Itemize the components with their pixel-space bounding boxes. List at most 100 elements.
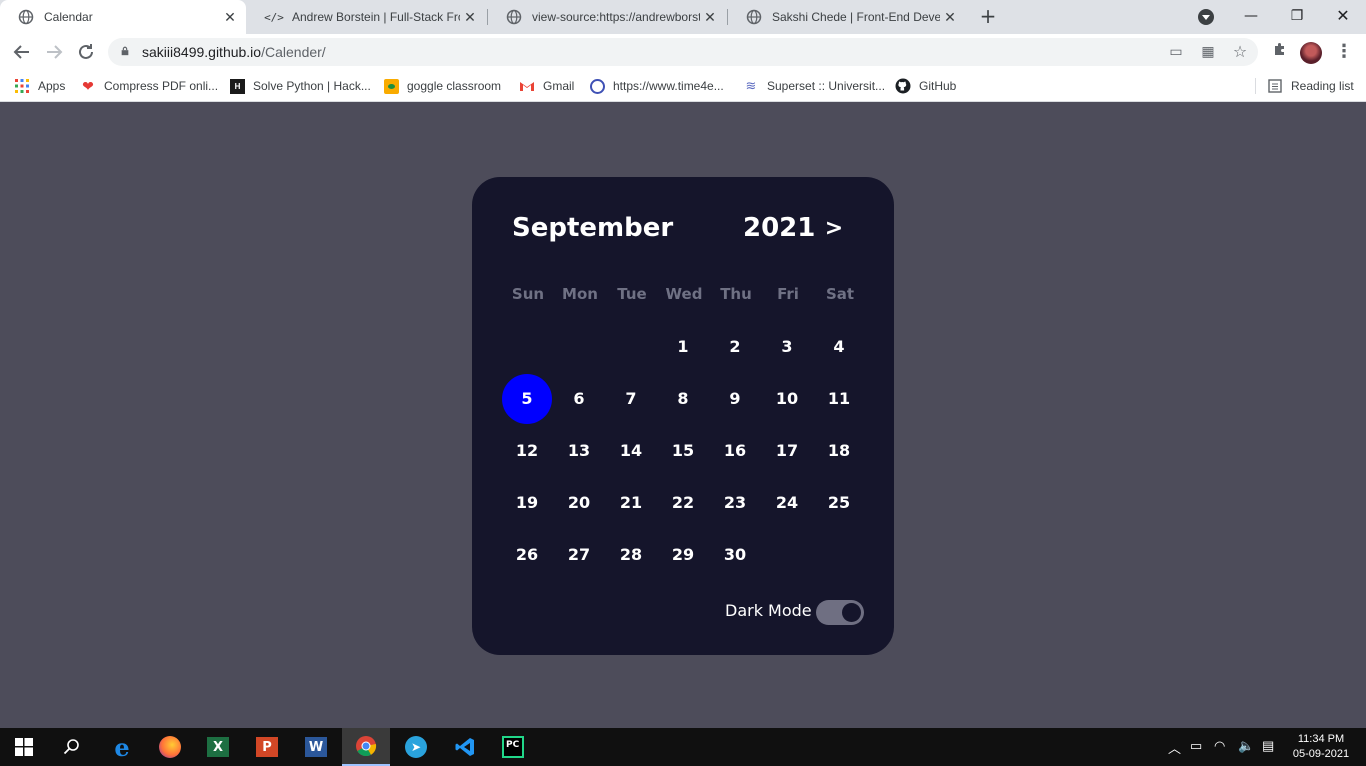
bookmark-compress-pdf[interactable]: ❤ Compress PDF onli... bbox=[80, 76, 218, 96]
close-tab-icon[interactable]: ✕ bbox=[940, 9, 960, 26]
arrow-right-icon bbox=[47, 45, 63, 59]
bookmark-star-icon[interactable]: ☆ bbox=[1230, 42, 1250, 62]
day-cell[interactable]: 6 bbox=[554, 374, 604, 424]
menu-kebab-icon[interactable]: ⋮ bbox=[1332, 40, 1356, 64]
dark-mode-toggle[interactable] bbox=[816, 600, 864, 625]
address-bar[interactable]: sakiii8499.github.io/Calender/ ▭ ▦ ☆ bbox=[108, 38, 1258, 66]
bookmark-label: Solve Python | Hack... bbox=[253, 79, 371, 93]
edge-taskbar-icon[interactable]: e bbox=[98, 728, 146, 766]
bookmark-github[interactable]: GitHub bbox=[895, 76, 956, 96]
forward-button[interactable] bbox=[42, 40, 66, 64]
search-button[interactable] bbox=[48, 728, 96, 766]
volume-muted-icon[interactable]: 🔈 bbox=[1238, 738, 1254, 754]
weekday-label: Tue bbox=[617, 285, 647, 303]
day-cell[interactable]: 13 bbox=[554, 426, 604, 476]
day-cell[interactable]: 30 bbox=[710, 530, 760, 580]
close-tab-icon[interactable]: ✕ bbox=[700, 9, 720, 26]
reading-list-icon bbox=[1267, 78, 1283, 94]
system-clock[interactable]: 11:34 PM 05-09-2021 bbox=[1288, 732, 1354, 762]
day-cell[interactable]: 27 bbox=[554, 530, 604, 580]
day-cell[interactable]: 16 bbox=[710, 426, 760, 476]
reload-icon bbox=[79, 44, 93, 59]
day-cell[interactable]: 17 bbox=[762, 426, 812, 476]
wifi-icon[interactable]: ◠ bbox=[1214, 738, 1225, 754]
bookmarks-bar: Apps ❤ Compress PDF onli... H Solve Pyth… bbox=[0, 70, 1366, 102]
tab-andrew-borstein[interactable]: </> Andrew Borstein | Full-Stack Fron ✕ bbox=[248, 0, 486, 34]
day-cell[interactable]: 10 bbox=[762, 374, 812, 424]
day-cell[interactable]: 23 bbox=[710, 478, 760, 528]
tab-title: view-source:https://andrewborste bbox=[532, 10, 700, 24]
bookmark-superset[interactable]: ≋ Superset :: Universit... bbox=[743, 76, 886, 96]
bookmark-time4education[interactable]: https://www.time4e... bbox=[590, 76, 724, 96]
tab-calendar[interactable]: Calendar ✕ bbox=[0, 0, 246, 34]
day-cell[interactable]: 26 bbox=[502, 530, 552, 580]
firefox-taskbar-icon[interactable] bbox=[146, 728, 194, 766]
day-cell[interactable]: 4 bbox=[814, 322, 864, 372]
day-cell[interactable]: 25 bbox=[814, 478, 864, 528]
day-cell[interactable]: 12 bbox=[502, 426, 552, 476]
day-cell[interactable]: 2 bbox=[710, 322, 760, 372]
pycharm-taskbar-icon[interactable]: PC bbox=[489, 728, 537, 766]
day-cell[interactable]: 22 bbox=[658, 478, 708, 528]
extensions-puzzle-icon[interactable] bbox=[1268, 40, 1292, 64]
tab-view-source[interactable]: view-source:https://andrewborste ✕ bbox=[488, 0, 726, 34]
day-cell[interactable]: 24 bbox=[762, 478, 812, 528]
close-tab-icon[interactable]: ✕ bbox=[460, 9, 480, 26]
word-taskbar-icon[interactable]: W bbox=[292, 728, 340, 766]
code-icon: </> bbox=[264, 10, 284, 24]
day-cell[interactable]: 21 bbox=[606, 478, 656, 528]
bookmark-label: Apps bbox=[38, 79, 66, 93]
github-icon bbox=[895, 78, 911, 94]
day-cell-today[interactable]: 5 bbox=[502, 374, 552, 424]
excel-taskbar-icon[interactable]: X bbox=[194, 728, 242, 766]
telegram-taskbar-icon[interactable]: ➤ bbox=[392, 728, 440, 766]
url-text: sakiii8499.github.io/Calender/ bbox=[142, 44, 326, 60]
bookmark-hackerrank[interactable]: H Solve Python | Hack... bbox=[230, 76, 371, 96]
bookmark-classroom[interactable]: goggle classroom bbox=[384, 76, 501, 96]
qr-code-icon[interactable]: ▦ bbox=[1198, 42, 1218, 62]
day-cell[interactable]: 19 bbox=[502, 478, 552, 528]
new-tab-button[interactable]: + bbox=[976, 5, 1000, 29]
reading-list-button[interactable]: Reading list bbox=[1267, 76, 1354, 96]
bookmark-apps[interactable]: Apps bbox=[14, 76, 65, 96]
bookmark-gmail[interactable]: Gmail bbox=[519, 76, 574, 96]
globe-icon bbox=[506, 9, 522, 25]
search-icon bbox=[63, 739, 79, 755]
cast-icon[interactable]: ▭ bbox=[1166, 42, 1186, 62]
close-window-button[interactable]: ✕ bbox=[1320, 0, 1366, 32]
next-month-button[interactable]: > bbox=[822, 215, 846, 243]
reload-button[interactable] bbox=[74, 40, 98, 64]
tab-sakshi-chede[interactable]: Sakshi Chede | Front-End Develo ✕ bbox=[728, 0, 966, 34]
day-cell[interactable]: 28 bbox=[606, 530, 656, 580]
close-tab-icon[interactable]: ✕ bbox=[220, 9, 240, 26]
vscode-taskbar-icon[interactable] bbox=[441, 728, 489, 766]
day-cell[interactable]: 15 bbox=[658, 426, 708, 476]
notifications-icon[interactable]: ▤ bbox=[1262, 738, 1274, 754]
day-cell[interactable]: 20 bbox=[554, 478, 604, 528]
minimize-button[interactable]: — bbox=[1228, 0, 1274, 32]
tab-title: Sakshi Chede | Front-End Develo bbox=[772, 10, 940, 24]
day-cell[interactable]: 7 bbox=[606, 374, 656, 424]
tab-search-icon[interactable] bbox=[1198, 9, 1214, 25]
day-cell[interactable]: 1 bbox=[658, 322, 708, 372]
restore-button[interactable]: ❐ bbox=[1274, 0, 1320, 32]
day-cell[interactable]: 18 bbox=[814, 426, 864, 476]
profile-avatar[interactable] bbox=[1300, 42, 1322, 64]
days-grid: 1 2 3 4 5 6 7 8 9 10 11 12 13 14 15 16 17 18 19 20 21 22 23 24 2… bbox=[502, 327, 866, 587]
day-cell[interactable]: 8 bbox=[658, 374, 708, 424]
toggle-knob bbox=[842, 603, 861, 622]
battery-icon[interactable]: ▭ bbox=[1190, 738, 1202, 754]
start-button[interactable] bbox=[0, 728, 48, 766]
show-hidden-icons-button[interactable]: ︿ bbox=[1168, 738, 1181, 757]
day-cell[interactable]: 11 bbox=[814, 374, 864, 424]
weekday-header: Sun Mon Tue Wed Thu Fri Sat bbox=[502, 285, 866, 309]
chrome-taskbar-icon[interactable] bbox=[342, 728, 390, 766]
day-cell[interactable]: 3 bbox=[762, 322, 812, 372]
month-title: September bbox=[512, 213, 674, 243]
day-cell[interactable]: 9 bbox=[710, 374, 760, 424]
day-cell[interactable]: 14 bbox=[606, 426, 656, 476]
back-button[interactable] bbox=[10, 40, 34, 64]
day-cell[interactable]: 29 bbox=[658, 530, 708, 580]
time4education-icon bbox=[590, 78, 605, 94]
powerpoint-taskbar-icon[interactable]: P bbox=[243, 728, 291, 766]
